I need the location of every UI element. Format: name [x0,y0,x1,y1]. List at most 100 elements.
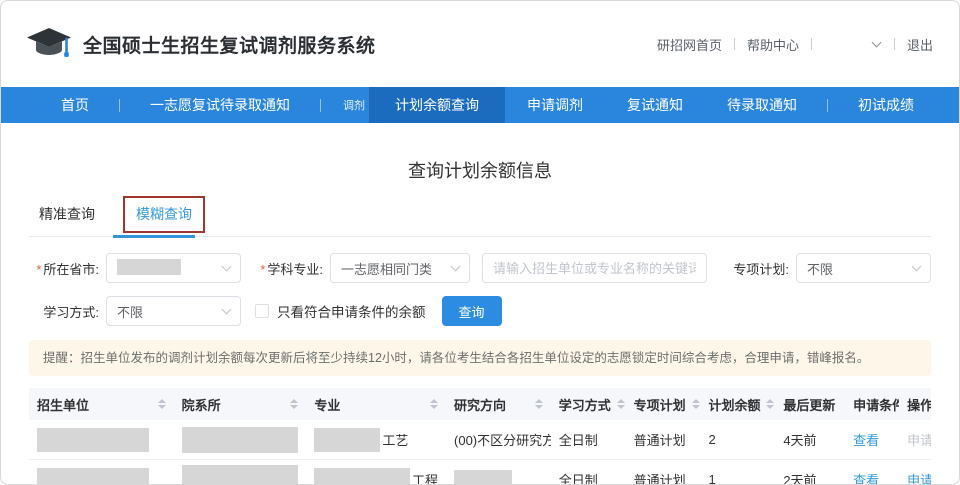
cell-updated: 4天前 [775,430,845,449]
active-tab-underline [113,235,195,238]
sort-icon[interactable] [424,399,438,409]
header-separator [734,38,735,50]
cell-study-mode: 全日制 [551,470,626,485]
special-plan-value: 不限 [807,259,913,278]
apply-link-disabled: 申请 [899,430,931,449]
sort-icon[interactable] [760,399,774,409]
redacted-value [314,468,410,485]
filter-row-1: *所在省市: *学科专业: 一志愿相同门类 专项计划: [29,253,931,283]
redacted-value [37,428,149,452]
sort-icon[interactable] [284,399,298,409]
col-header-quota[interactable]: 计划余额 [700,395,775,414]
search-button[interactable]: 查询 [442,296,502,326]
special-plan-select[interactable]: 不限 [796,253,931,283]
province-field: *所在省市: [29,253,241,283]
subject-value: 一志愿相同门类 [341,259,452,278]
redacted-province-value [117,259,181,275]
nav-item-initial-scores[interactable]: 初试成绩 [836,87,936,123]
redacted-value [37,468,149,485]
tab-fuzzy-query[interactable]: 模糊查询 [136,204,192,224]
special-plan-label: 专项计划: [719,259,789,278]
apply-link[interactable]: 申请 [899,470,931,485]
checkbox-label: 只看符合申请条件的余额 [277,301,426,321]
redacted-value [182,427,299,453]
header-separator [811,38,812,50]
nav-item-home[interactable]: 首页 [39,87,111,123]
cell-major: 工程 [306,468,446,485]
cell-special-plan: 普通计划 [626,470,701,485]
study-mode-label: 学习方式: [29,302,99,321]
col-header-action: 操作 [899,395,931,414]
col-header-major[interactable]: 专业 [306,395,446,414]
nav-separator [119,99,120,112]
col-header-unit[interactable]: 招生单位 [29,395,174,414]
sort-icon[interactable] [686,399,700,409]
annotation-red-box: 模糊查询 [123,196,205,233]
study-mode-select[interactable]: 不限 [106,296,241,326]
nav-separator [320,99,321,112]
keyword-input[interactable] [482,253,707,283]
logout-button[interactable]: 退出 [907,35,933,54]
table-header-row: 招生单位 院系所 专业 研究方向 学习方式 专项计划 计划余额 最后更新 申请条… [29,388,931,420]
sort-icon[interactable] [529,399,543,409]
cell-dept [174,465,307,485]
table-row: 工艺 (00)不区分研究方向 全日制 普通计划 2 4天前 查看 申请 [29,420,931,460]
nav-group-label-tiaoji: 调剂 [329,97,369,113]
link-help-center[interactable]: 帮助中心 [747,35,799,54]
chevron-down-icon [872,38,882,48]
col-header-condition: 申请条件 [845,395,899,414]
cell-quota: 2 [700,432,775,447]
eligible-only-checkbox[interactable]: 只看符合申请条件的余额 [255,301,426,321]
col-header-special-plan[interactable]: 专项计划 [626,395,701,414]
view-condition-link[interactable]: 查看 [845,430,899,449]
chevron-down-icon [222,304,232,314]
view-condition-link[interactable]: 查看 [845,470,899,485]
study-mode-value: 不限 [117,302,223,321]
chevron-down-icon [451,261,461,271]
notice-banner: 提醒：招生单位发布的调剂计划余额每次更新后将至少持续12小时，请各位考生结合各招… [29,340,931,376]
page-content: 查询计划余额信息 精准查询 模糊查询 *所在省市: *学科专业: [1,157,959,485]
redacted-value [314,428,380,452]
redacted-value [182,465,299,485]
cell-unit [29,428,174,452]
table-row: 工程 全日制 普通计划 1 2天前 查看 申请 [29,460,931,485]
required-mark: * [260,262,265,277]
cell-direction [446,470,551,485]
nav-item-apply-adjustment[interactable]: 申请调剂 [505,87,605,123]
redacted-value [454,470,512,485]
query-tabs: 精准查询 模糊查询 [29,197,931,237]
link-yanzhao-home[interactable]: 研招网首页 [657,35,722,54]
cell-special-plan: 普通计划 [626,430,701,449]
header-separator [894,38,895,50]
nav-item-first-choice-notice[interactable]: 一志愿复试待录取通知 [128,87,312,123]
subject-select[interactable]: 一志愿相同门类 [330,253,470,283]
filter-row-2: 学习方式: 不限 只看符合申请条件的余额 查询 [29,296,931,326]
col-header-study-mode[interactable]: 学习方式 [551,395,626,414]
app-title: 全国硕士生招生复试调剂服务系统 [83,31,376,58]
cell-major: 工艺 [306,428,446,452]
col-header-direction[interactable]: 研究方向 [446,395,551,414]
chevron-down-icon [222,261,232,271]
sort-icon[interactable] [152,399,166,409]
province-label: *所在省市: [29,259,99,278]
cell-updated: 2天前 [775,470,845,485]
nav-item-plan-balance-query[interactable]: 计划余额查询 [369,87,505,123]
province-select[interactable] [106,253,241,283]
cell-quota: 1 [700,472,775,485]
tab-precise-query[interactable]: 精准查询 [35,204,99,236]
special-plan-field: 专项计划: 不限 [719,253,931,283]
results-table: 招生单位 院系所 专业 研究方向 学习方式 专项计划 计划余额 最后更新 申请条… [29,388,931,485]
col-header-dept[interactable]: 院系所 [174,395,307,414]
main-nav: 首页 一志愿复试待录取通知 调剂 计划余额查询 申请调剂 复试通知 待录取通知 … [1,87,959,123]
nav-separator [827,99,828,112]
cell-study-mode: 全日制 [551,430,626,449]
col-header-updated: 最后更新 [775,395,845,414]
subject-label: *学科专业: [253,259,323,278]
sort-icon[interactable] [611,399,625,409]
app-header: 全国硕士生招生复试调剂服务系统 研招网首页 帮助中心 退出 [1,1,959,87]
user-menu[interactable] [824,42,882,46]
nav-item-admission-notice[interactable]: 待录取通知 [705,87,819,123]
cell-unit [29,468,174,485]
nav-item-retest-notice[interactable]: 复试通知 [605,87,705,123]
notice-text: 提醒：招生单位发布的调剂计划余额每次更新后将至少持续12小时，请各位考生结合各招… [43,351,869,365]
